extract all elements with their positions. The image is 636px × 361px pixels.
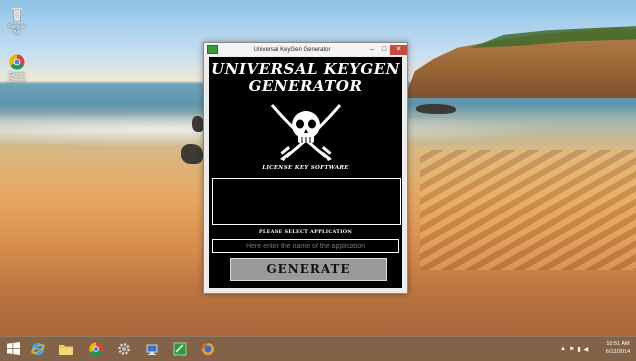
skull-crossed-swords-icon: [270, 104, 342, 161]
desktop-icon-recycle-bin[interactable]: Recycle Bin: [4, 6, 30, 36]
app-icon: [207, 45, 218, 54]
internet-explorer-icon[interactable]: [30, 341, 45, 356]
clock-date: 6/12/2014: [605, 349, 631, 355]
desktop-icon-label: Google Chrome: [8, 72, 26, 84]
window-titlebar[interactable]: Universal KeyGen Generator – □ ✕: [204, 43, 407, 56]
wallpaper-rock: [181, 144, 203, 164]
clock-time: 10:51 AM: [606, 341, 630, 347]
system-tray: ▲ ⚑ ▮ ◀: [560, 337, 588, 361]
wallpaper-sand-ripples: [420, 150, 636, 270]
volume-icon[interactable]: ◀: [584, 346, 589, 353]
settings-icon[interactable]: [116, 341, 131, 356]
close-button[interactable]: ✕: [390, 44, 407, 55]
app-heading: UNIVERSAL KEYGEN GENERATOR: [211, 60, 400, 95]
desktop-icon-chrome[interactable]: Google Chrome: [4, 54, 30, 84]
desktop-icon-label: Recycle Bin: [8, 24, 26, 36]
recycle-bin-icon: [9, 6, 25, 22]
keygen-app-icon[interactable]: [172, 341, 187, 356]
wallpaper-rock: [416, 104, 456, 114]
minimize-button[interactable]: –: [366, 45, 378, 55]
network-status-icon[interactable]: ▮: [577, 346, 580, 353]
generate-button[interactable]: GENERATE: [230, 258, 387, 281]
chrome-icon[interactable]: [88, 341, 103, 356]
firefox-icon[interactable]: [200, 341, 215, 356]
license-key-output[interactable]: [212, 178, 401, 225]
start-icon[interactable]: [6, 341, 21, 356]
app-subtitle: LICENSE KEY SOFTWARE: [262, 165, 349, 171]
chevron-up-icon[interactable]: ▲: [560, 346, 566, 352]
keygen-panel: UNIVERSAL KEYGEN GENERATOR LICENSE KEY S…: [209, 57, 402, 288]
taskbar: ▲ ⚑ ▮ ◀ 10:51 AM 6/12/2014: [0, 336, 636, 361]
taskbar-clock[interactable]: 10:51 AM 6/12/2014: [602, 340, 634, 356]
file-explorer-icon[interactable]: [58, 341, 73, 356]
maximize-button[interactable]: □: [378, 45, 390, 55]
network-icon[interactable]: [144, 341, 159, 356]
window-title: Universal KeyGen Generator: [253, 46, 331, 53]
chrome-icon: [9, 54, 25, 70]
keygen-window: Universal KeyGen Generator – □ ✕ UNIVERS…: [203, 42, 408, 294]
select-application-label: PLEASE SELECT APPLICATION: [258, 229, 353, 235]
flag-icon[interactable]: ⚑: [569, 346, 574, 353]
application-name-input[interactable]: [212, 239, 399, 253]
